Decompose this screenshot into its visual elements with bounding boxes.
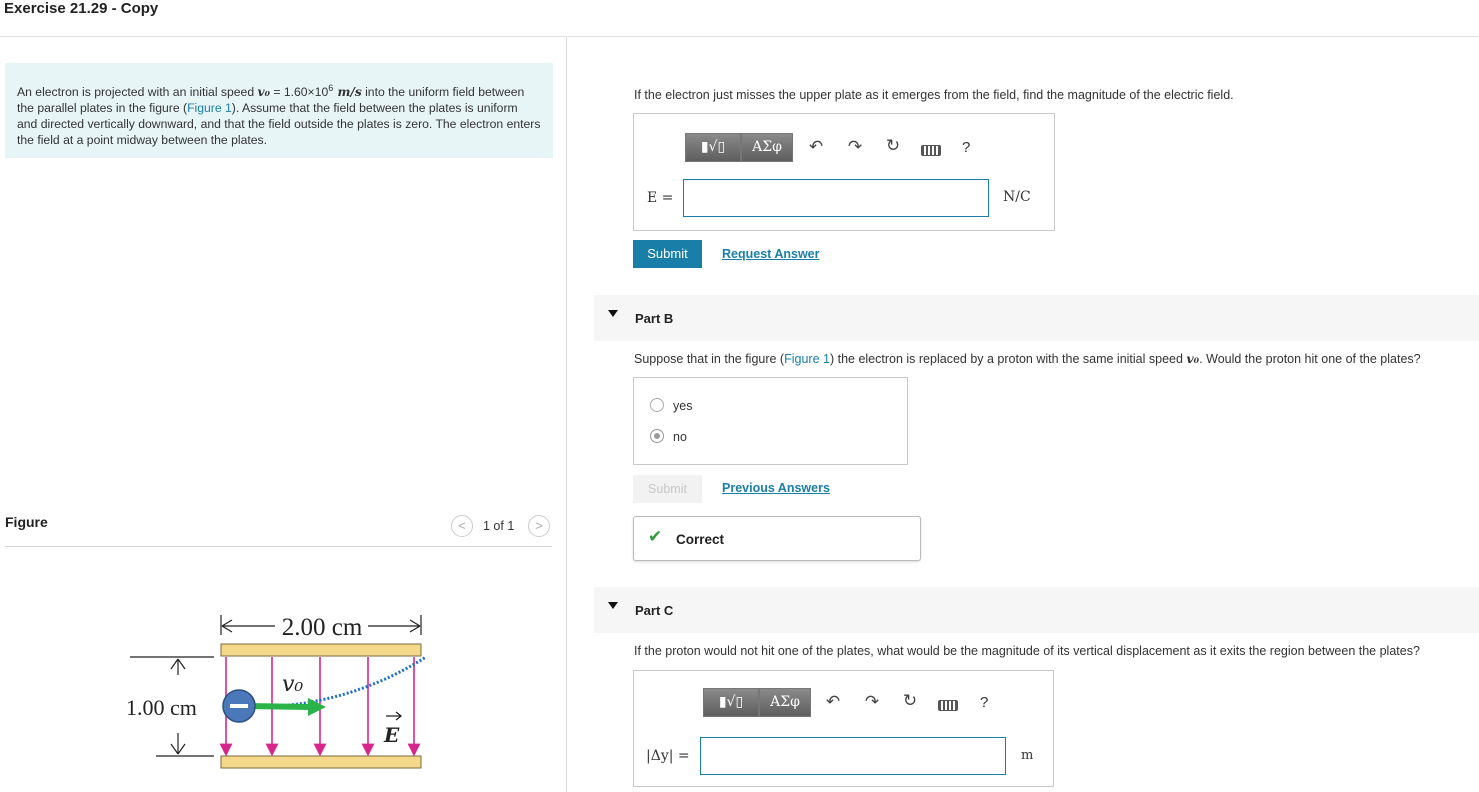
previous-answers-link[interactable]: Previous Answers bbox=[722, 481, 830, 495]
redo-icon[interactable]: ↷ bbox=[844, 137, 866, 157]
width-label: 2.00 cm bbox=[282, 614, 363, 641]
partA-answer-box: ▮√▯ ΑΣφ ↶ ↷ ↻ ? E = N/C bbox=[633, 113, 1055, 231]
e-field-label: E bbox=[383, 723, 400, 747]
partB-question: Suppose that in the figure (Figure 1) th… bbox=[634, 351, 1474, 366]
partA-answer-input[interactable] bbox=[683, 179, 989, 217]
figure-link[interactable]: Figure 1 bbox=[187, 101, 232, 115]
figure-divider bbox=[5, 546, 552, 547]
velocity-arrow bbox=[247, 703, 311, 710]
keyboard-icon[interactable] bbox=[938, 700, 958, 711]
partB-figure-link[interactable]: Figure 1 bbox=[784, 352, 830, 366]
figure-count: 1 of 1 bbox=[483, 519, 515, 533]
partC-answer-box: ▮√▯ ΑΣφ ↶ ↷ ↻ ? |Δy| = m bbox=[633, 670, 1054, 787]
partB-submit-button[interactable]: Submit bbox=[633, 475, 702, 503]
keyboard-icon[interactable] bbox=[921, 145, 941, 156]
partA-question: If the electron just misses the upper pl… bbox=[634, 88, 1234, 102]
checkmark-icon: ✔ bbox=[648, 527, 663, 546]
next-figure-button[interactable]: > bbox=[528, 515, 550, 537]
undo-icon[interactable]: ↶ bbox=[822, 692, 844, 712]
partB-question-text: Suppose that in the figure ( bbox=[634, 352, 785, 366]
radio-no[interactable] bbox=[650, 429, 664, 443]
feedback-text: Correct bbox=[676, 532, 725, 547]
reset-icon[interactable]: ↻ bbox=[899, 691, 921, 711]
request-answer-link[interactable]: Request Answer bbox=[722, 247, 819, 261]
partB-title: Part B bbox=[635, 311, 674, 326]
partB-v0-symbol: v₀ bbox=[1186, 351, 1200, 366]
chevron-right-icon: > bbox=[535, 518, 543, 533]
parallel-plates-figure: 2.00 cm 1.00 cm v₀ E bbox=[126, 614, 427, 769]
chevron-left-icon: < bbox=[458, 518, 466, 533]
undo-icon[interactable]: ↶ bbox=[805, 137, 827, 157]
problem-statement: An electron is projected with an initial… bbox=[5, 63, 553, 158]
greek-symbols-button[interactable]: ΑΣφ bbox=[741, 133, 793, 162]
option-no-label: no bbox=[673, 430, 687, 444]
partC-variable-label: |Δy| = bbox=[646, 748, 690, 764]
upper-plate bbox=[220, 643, 422, 657]
partB-feedback: ✔ Correct bbox=[633, 516, 921, 561]
speed-unit: m/s bbox=[333, 85, 362, 100]
templates-button[interactable]: ▮√▯ bbox=[685, 133, 741, 162]
help-button[interactable]: ? bbox=[980, 694, 988, 711]
header-divider bbox=[0, 36, 1479, 37]
partC-answer-input[interactable] bbox=[700, 737, 1006, 775]
greek-symbols-button[interactable]: ΑΣφ bbox=[759, 688, 811, 717]
height-label: 1.00 cm bbox=[126, 695, 197, 720]
reset-icon[interactable]: ↻ bbox=[882, 136, 904, 156]
speed-value: = 1.60×10 bbox=[269, 85, 329, 100]
partA-unit: N/C bbox=[1003, 189, 1031, 205]
dim-arrow-left bbox=[221, 619, 275, 633]
partB-options-box: yes no bbox=[633, 377, 908, 465]
page-title: Exercise 21.29 - Copy bbox=[4, 0, 159, 17]
redo-icon[interactable]: ↷ bbox=[861, 692, 883, 712]
templates-button[interactable]: ▮√▯ bbox=[703, 688, 759, 717]
lower-plate bbox=[220, 755, 422, 769]
partA-variable-label: E = bbox=[647, 190, 674, 206]
option-yes-label: yes bbox=[673, 399, 693, 413]
vector-arrow-icon bbox=[386, 711, 403, 721]
partC-title: Part C bbox=[635, 603, 674, 618]
partA-submit-button[interactable]: Submit bbox=[633, 240, 702, 268]
height-arrow-down bbox=[170, 733, 186, 755]
partC-unit: m bbox=[1021, 748, 1034, 763]
partC-question: If the proton would not hit one of the p… bbox=[634, 644, 1420, 658]
partB-header[interactable]: Part B bbox=[594, 295, 1479, 341]
partC-header[interactable]: Part C bbox=[594, 587, 1479, 633]
radio-yes[interactable] bbox=[650, 398, 664, 412]
column-divider bbox=[566, 37, 567, 792]
collapse-arrow-icon[interactable] bbox=[608, 602, 618, 609]
height-arrow-up bbox=[170, 658, 186, 675]
v0-symbol: v₀ bbox=[257, 85, 270, 100]
prev-figure-button[interactable]: < bbox=[451, 515, 473, 537]
collapse-arrow-icon[interactable] bbox=[608, 310, 618, 317]
problem-text: An electron is projected with an initial… bbox=[17, 85, 258, 100]
help-button[interactable]: ? bbox=[962, 139, 970, 156]
partB-question-end: . Would the proton hit one of the plates… bbox=[1199, 352, 1421, 366]
figure-heading: Figure bbox=[5, 514, 48, 530]
partB-question-mid: ) the electron is replaced by a proton w… bbox=[829, 352, 1187, 366]
v0-label: v₀ bbox=[282, 672, 303, 697]
dim-arrow-right bbox=[368, 619, 421, 633]
minus-sign bbox=[230, 704, 248, 708]
